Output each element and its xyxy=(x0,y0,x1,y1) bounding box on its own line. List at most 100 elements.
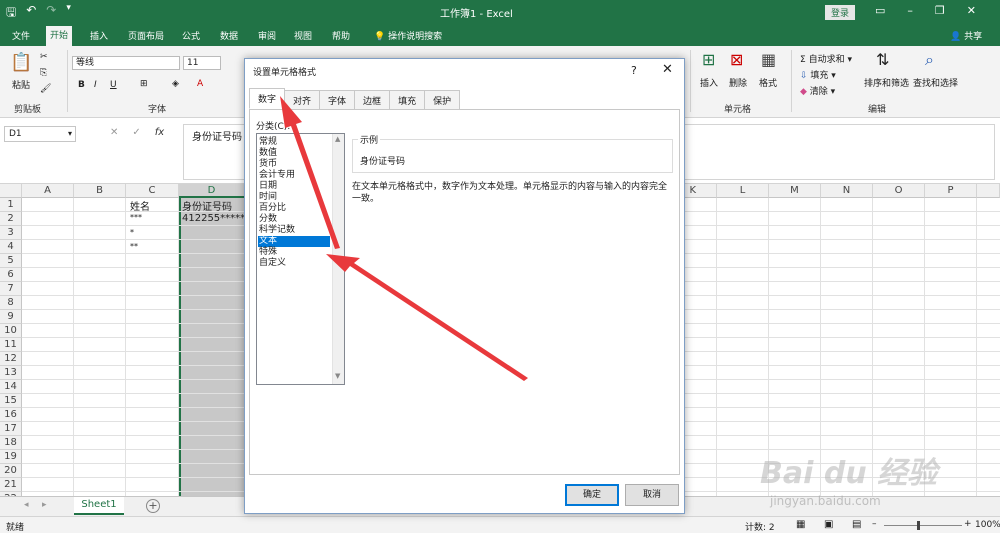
category-item[interactable]: 自定义 xyxy=(258,258,330,269)
find-select-button[interactable]: 查找和选择 xyxy=(913,76,958,89)
column-header[interactable]: B xyxy=(74,184,126,198)
category-item[interactable]: 数值 xyxy=(258,148,330,159)
row-header[interactable]: 8 xyxy=(0,296,22,310)
undo-icon[interactable]: ↶ xyxy=(26,3,36,24)
autosum-button[interactable]: Σ 自动求和 ▾ xyxy=(800,52,852,65)
insert-function-icon[interactable]: fx xyxy=(155,127,164,138)
cancel-entry-icon[interactable]: ✕ xyxy=(110,127,118,138)
login-button[interactable]: 登录 xyxy=(825,5,856,20)
tab-number[interactable]: 数字 xyxy=(249,88,286,109)
row-header[interactable]: 21 xyxy=(0,478,22,492)
column-header[interactable]: P xyxy=(925,184,977,198)
row-header[interactable]: 9 xyxy=(0,310,22,324)
insert-cells-button[interactable]: 插入 xyxy=(700,76,718,89)
category-item[interactable]: 特殊 xyxy=(258,247,330,258)
cancel-button[interactable]: 取消 xyxy=(625,484,679,506)
row-header[interactable]: 19 xyxy=(0,450,22,464)
italic-icon[interactable]: I xyxy=(94,80,97,90)
tab-view[interactable]: 视图 xyxy=(290,27,316,44)
row-header[interactable]: 20 xyxy=(0,464,22,478)
font-name-box[interactable]: 等线 xyxy=(72,56,180,70)
tell-me-search[interactable]: 💡 操作说明搜索 xyxy=(370,27,446,44)
column-header[interactable]: A xyxy=(22,184,74,198)
column-header[interactable]: L xyxy=(717,184,769,198)
sort-filter-button[interactable]: 排序和筛选 xyxy=(864,76,909,89)
tab-file[interactable]: 文件 xyxy=(8,27,34,44)
cell-c2[interactable]: *** xyxy=(130,213,142,222)
row-header[interactable]: 2 xyxy=(0,212,22,226)
category-item[interactable]: 百分比 xyxy=(258,203,330,214)
underline-icon[interactable]: U xyxy=(110,80,117,90)
format-cells-button[interactable]: 格式 xyxy=(759,76,777,89)
zoom-slider-thumb[interactable] xyxy=(917,521,920,530)
share-button[interactable]: 👤 共享 xyxy=(950,29,982,42)
column-header[interactable]: M xyxy=(769,184,821,198)
cell-d1[interactable]: 身份证号码 xyxy=(182,198,232,213)
chevron-down-icon[interactable]: ▾ xyxy=(68,127,72,141)
row-header[interactable]: 4 xyxy=(0,240,22,254)
font-size-box[interactable]: 11 xyxy=(183,56,221,70)
copy-icon[interactable]: ⎘ xyxy=(40,68,47,78)
page-break-view-icon[interactable]: ▤ xyxy=(852,519,861,530)
cell-d2[interactable]: 412255****** xyxy=(182,213,250,224)
row-header[interactable]: 13 xyxy=(0,366,22,380)
row-header[interactable]: 10 xyxy=(0,324,22,338)
row-header[interactable]: 3 xyxy=(0,226,22,240)
paste-button[interactable]: 粘贴 xyxy=(12,78,30,91)
cut-icon[interactable]: ✂ xyxy=(40,52,48,62)
column-header[interactable]: C xyxy=(126,184,179,198)
zoom-slider[interactable] xyxy=(884,525,962,526)
row-header[interactable]: 1 xyxy=(0,198,22,212)
select-all-corner[interactable] xyxy=(0,184,22,198)
scroll-up-icon[interactable]: ▲ xyxy=(335,135,340,143)
row-header[interactable]: 5 xyxy=(0,254,22,268)
save-icon[interactable]: 🖫 xyxy=(6,3,16,24)
customize-toolbar-icon[interactable]: ▾ xyxy=(66,3,71,24)
row-header[interactable]: 18 xyxy=(0,436,22,450)
delete-cells-button[interactable]: 删除 xyxy=(729,76,747,89)
close-window-icon[interactable]: ✕ xyxy=(967,4,976,17)
ok-button[interactable]: 确定 xyxy=(565,484,619,506)
format-cells-icon[interactable]: ▦ xyxy=(761,50,776,69)
tab-formulas[interactable]: 公式 xyxy=(178,27,204,44)
row-header[interactable]: 11 xyxy=(0,338,22,352)
row-header[interactable]: 16 xyxy=(0,408,22,422)
row-header[interactable]: 15 xyxy=(0,394,22,408)
sort-filter-icon[interactable]: ⇅ xyxy=(876,50,889,69)
paste-icon[interactable]: 📋 xyxy=(10,52,32,73)
sheet-tab[interactable]: Sheet1 xyxy=(74,497,124,515)
category-list[interactable]: 常规 数值 货币 会计专用 日期 时间 百分比 分数 科学记数 文本 特殊 自定… xyxy=(256,133,345,385)
normal-view-icon[interactable]: ▦ xyxy=(796,519,805,530)
prev-sheet-icon[interactable]: ◂ xyxy=(24,500,29,510)
category-item[interactable]: 常规 xyxy=(258,137,330,148)
delete-cells-icon[interactable]: ⊠ xyxy=(730,50,743,69)
category-scrollbar[interactable]: ▲ ▼ xyxy=(332,134,344,384)
tab-data[interactable]: 数据 xyxy=(216,27,242,44)
category-item[interactable]: 分数 xyxy=(258,214,330,225)
cell-c3[interactable]: * xyxy=(130,228,134,237)
column-header[interactable]: N xyxy=(821,184,873,198)
tab-page-layout[interactable]: 页面布局 xyxy=(124,27,168,44)
clear-button[interactable]: ◆ 清除 ▾ xyxy=(800,84,835,97)
format-painter-icon[interactable]: 🖌 xyxy=(40,84,51,94)
minimize-icon[interactable]: – xyxy=(907,4,913,17)
redo-icon[interactable]: ↷ xyxy=(46,3,56,24)
insert-cells-icon[interactable]: ⊞ xyxy=(702,50,715,69)
zoom-in-icon[interactable]: + xyxy=(964,519,972,529)
row-header[interactable]: 6 xyxy=(0,268,22,282)
bold-icon[interactable]: B xyxy=(78,80,85,90)
restore-icon[interactable]: ❐ xyxy=(935,4,945,17)
category-item[interactable]: 会计专用 xyxy=(258,170,330,181)
ribbon-display-icon[interactable]: ▭ xyxy=(875,4,885,17)
category-item[interactable]: 时间 xyxy=(258,192,330,203)
tab-font[interactable]: 字体 xyxy=(319,90,356,109)
category-item[interactable]: 科学记数 xyxy=(258,225,330,236)
column-header[interactable]: O xyxy=(873,184,925,198)
row-header[interactable]: 7 xyxy=(0,282,22,296)
fill-button[interactable]: ⇩ 填充 ▾ xyxy=(800,68,836,81)
category-item[interactable]: 货币 xyxy=(258,159,330,170)
zoom-level[interactable]: 100% xyxy=(975,520,1000,530)
zoom-out-icon[interactable]: – xyxy=(872,519,877,529)
tab-review[interactable]: 审阅 xyxy=(254,27,280,44)
tab-home[interactable]: 开始 xyxy=(46,26,73,46)
